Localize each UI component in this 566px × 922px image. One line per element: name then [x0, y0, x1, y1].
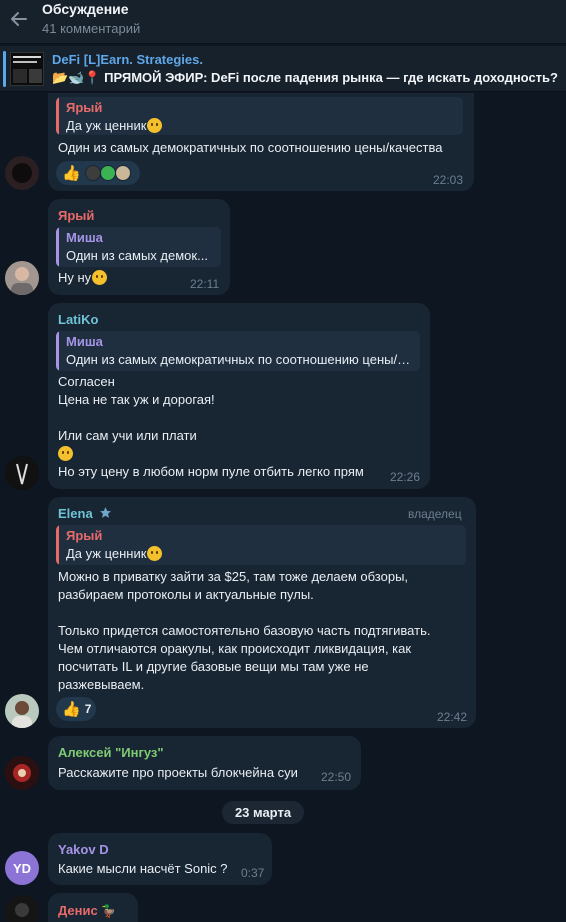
message-text: Ну ну	[58, 269, 108, 287]
message-text: Согласен	[58, 374, 115, 389]
owner-badge: владелец	[408, 507, 462, 521]
message-text: разжевываем.	[58, 677, 145, 692]
reply-bar	[56, 227, 59, 267]
message-bubble[interactable]: Ярый Миша Один из самых демок... Ну ну 2…	[48, 199, 230, 295]
avatar[interactable]	[5, 895, 39, 922]
avatar-image	[5, 156, 39, 190]
message-time: 22:26	[390, 470, 421, 484]
sender-name[interactable]: Ярый	[58, 208, 94, 223]
thumbs-up-icon: 👍	[62, 700, 81, 718]
reaction-count: 7	[84, 702, 92, 716]
avatar[interactable]: YD	[5, 851, 39, 885]
message-bubble[interactable]: Денис 🦆	[48, 893, 138, 922]
message-text: Можно в приватку зайти за $25, там тоже …	[58, 569, 409, 584]
avatar-image	[5, 756, 39, 790]
reply-text: Один из самых демократичных по соотношен…	[66, 352, 413, 367]
reply-author: Ярый	[66, 528, 103, 543]
back-button[interactable]	[6, 6, 32, 32]
message-bubble[interactable]: Алексей "Ингуз" Расскажите про проекты б…	[48, 736, 361, 790]
grimacing-face-icon	[92, 270, 108, 285]
message-time: 22:42	[437, 710, 468, 724]
message-time: 22:50	[321, 770, 352, 784]
avatar-image	[5, 694, 39, 728]
reply-text: Да уж ценник	[66, 118, 456, 133]
reply-quote[interactable]: Ярый Да уж ценник	[56, 97, 463, 135]
avatar[interactable]	[5, 156, 39, 190]
message-text: Или сам учи или плати	[58, 428, 197, 443]
message-time: 0:37	[241, 866, 265, 880]
reaction-chip[interactable]: 👍 7	[56, 697, 96, 721]
sender-name[interactable]: Денис 🦆	[58, 903, 116, 918]
reactor-avatar	[84, 165, 101, 181]
avatar-image	[5, 456, 39, 490]
avatar-image	[5, 895, 39, 922]
reply-text: Да уж ценник	[66, 546, 461, 561]
flushed-face-icon	[147, 546, 163, 561]
reply-quote[interactable]: Миша Один из самых демократичных по соот…	[56, 331, 420, 371]
reply-author: Миша	[66, 334, 103, 349]
pinned-post[interactable]: DeFi [L]Earn. Strategies. 📂🐋📍 ПРЯМОЙ ЭФИ…	[0, 46, 566, 92]
reply-quote[interactable]: Ярый Да уж ценник	[56, 525, 466, 565]
pinned-post-text: 📂🐋📍 ПРЯМОЙ ЭФИР: DeFi после падения рынк…	[52, 70, 558, 85]
raised-eyebrow-face-icon	[58, 446, 73, 461]
sender-name[interactable]: Алексей "Ингуз"	[58, 745, 164, 760]
pinned-indicator	[3, 51, 6, 87]
message-text	[58, 445, 73, 463]
flushed-face-icon	[147, 118, 163, 133]
reply-bar	[56, 97, 59, 135]
message-text: разбираем протоколы и актуальные пулы.	[58, 587, 314, 602]
date-separator: 23 марта	[222, 801, 304, 824]
message-text: Только придется самостоятельно базовую ч…	[58, 623, 431, 638]
message-text: Чем отличаются оракулы, как происходит л…	[58, 641, 412, 656]
reply-bar	[56, 525, 59, 565]
reactor-avatar	[99, 165, 116, 181]
back-arrow-icon	[11, 12, 27, 26]
page-title: Обсуждение	[42, 1, 129, 17]
message-text: Один из самых демократичных по соотношен…	[58, 140, 443, 155]
message-bubble[interactable]: Ярый Да уж ценник Один из самых демократ…	[48, 93, 474, 191]
message-text: Но эту цену в любом норм пуле отбить лег…	[58, 464, 364, 479]
message-text: Какие мысли насчёт Sonic ?	[58, 861, 228, 876]
avatar[interactable]	[5, 694, 39, 728]
avatar[interactable]	[5, 756, 39, 790]
reply-bar	[56, 331, 59, 371]
sender-name[interactable]: Yakov D	[58, 842, 109, 857]
star-icon	[100, 507, 112, 518]
message-text: Цена не так уж и дорогая!	[58, 392, 215, 407]
reactor-avatar	[114, 165, 131, 181]
reply-quote[interactable]: Миша Один из самых демок...	[56, 227, 221, 267]
reaction-chip[interactable]: 👍	[56, 161, 140, 185]
avatar-image	[5, 261, 39, 295]
discussion-header: Обсуждение 41 комментарий	[0, 0, 566, 44]
comment-count: 41 комментарий	[42, 21, 141, 36]
message-bubble[interactable]: LatiKo Миша Один из самых демократичных …	[48, 303, 430, 489]
message-bubble[interactable]: Elena владелец Ярый Да уж ценник Можно в…	[48, 497, 476, 728]
sender-name[interactable]: Elena	[58, 506, 112, 521]
message-bubble[interactable]: Yakov D Какие мысли насчёт Sonic ? 0:37	[48, 833, 272, 885]
message-time: 22:11	[190, 277, 220, 291]
avatar[interactable]	[5, 261, 39, 295]
sender-name[interactable]: LatiKo	[58, 312, 98, 327]
duck-emoji-icon: 🦆	[101, 904, 117, 918]
message-text: посчитать IL и другие базовые вещи мы та…	[58, 659, 369, 674]
thumbs-up-icon: 👍	[62, 164, 81, 182]
avatar-initials: YD	[12, 860, 32, 876]
reply-text: Один из самых демок...	[66, 248, 208, 263]
message-text: Расскажите про проекты блокчейна суи	[58, 765, 298, 780]
avatar[interactable]	[5, 456, 39, 490]
reply-author: Ярый	[66, 100, 103, 115]
pinned-channel-name: DeFi [L]Earn. Strategies.	[52, 52, 203, 67]
pinned-thumbnail	[10, 52, 44, 86]
message-time: 22:03	[433, 173, 464, 187]
reply-author: Миша	[66, 230, 103, 245]
